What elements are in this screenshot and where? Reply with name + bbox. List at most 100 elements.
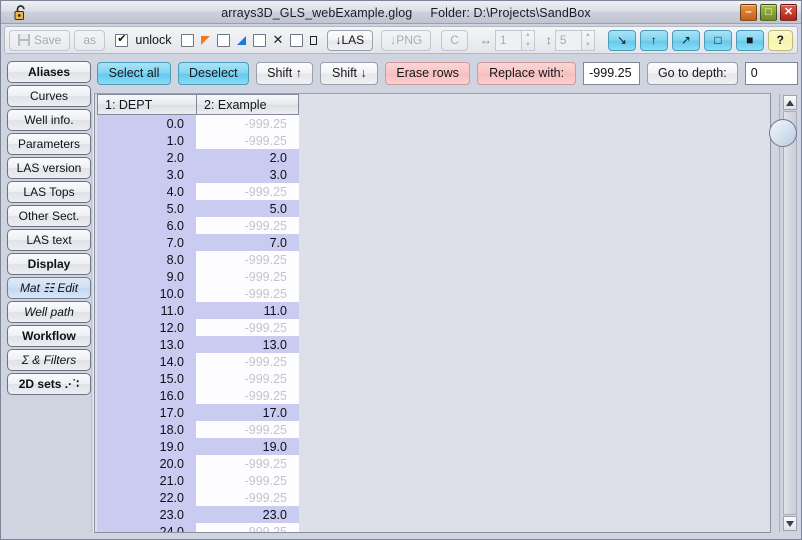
sidebar-item-other-sect[interactable]: Other Sect. bbox=[7, 205, 91, 227]
cell-example[interactable]: 2.0 bbox=[196, 149, 299, 166]
sidebar-item-workflow[interactable]: Workflow bbox=[7, 325, 91, 347]
table-row[interactable]: 0.0 -999.25 bbox=[97, 115, 299, 132]
cell-dept[interactable]: 23.0 bbox=[97, 506, 196, 523]
cell-example[interactable]: 17.0 bbox=[196, 404, 299, 421]
table-row[interactable]: 8.0 -999.25 bbox=[97, 251, 299, 268]
table-row[interactable]: 21.0 -999.25 bbox=[97, 472, 299, 489]
cell-dept[interactable]: 7.0 bbox=[97, 234, 196, 251]
maximize-button[interactable]: □ bbox=[760, 4, 777, 21]
copy-button[interactable]: C bbox=[441, 29, 468, 51]
cell-dept[interactable]: 8.0 bbox=[97, 251, 196, 268]
sidebar-item-display[interactable]: Display bbox=[7, 253, 91, 275]
cell-dept[interactable]: 9.0 bbox=[97, 268, 196, 285]
up-arrow-tool-button[interactable]: ↑ bbox=[639, 29, 668, 51]
export-png-button[interactable]: ↓PNG bbox=[381, 29, 432, 51]
cell-dept[interactable]: 11.0 bbox=[97, 302, 196, 319]
filled-square-tool-button[interactable]: ■ bbox=[735, 29, 764, 51]
replace-value-input[interactable]: -999.25 bbox=[583, 61, 640, 85]
data-table[interactable]: 1: DEPT 2: Example 0.0 -999.25 1.0 -999.25 2… bbox=[97, 94, 299, 532]
cell-dept[interactable]: 21.0 bbox=[97, 472, 196, 489]
table-row[interactable]: 19.0 19.0 bbox=[97, 438, 299, 455]
hollow-square-tool-button[interactable]: □ bbox=[703, 29, 732, 51]
go-to-depth-button[interactable]: Go to depth: bbox=[646, 61, 738, 85]
sidebar-item-mat-edit[interactable]: Mat ☷ Edit bbox=[7, 277, 91, 299]
cell-dept[interactable]: 1.0 bbox=[97, 132, 196, 149]
diagonal-down-tool-button[interactable]: ↘ bbox=[607, 29, 636, 51]
scroll-down-button[interactable] bbox=[783, 516, 797, 531]
help-button[interactable]: ? bbox=[767, 29, 794, 51]
sidebar-item-filters[interactable]: Σ & Filters bbox=[7, 349, 91, 371]
sidebar-item-aliases[interactable]: Aliases bbox=[7, 61, 91, 83]
cell-example[interactable]: -999.25 bbox=[196, 132, 299, 149]
replace-with-button[interactable]: Replace with: bbox=[477, 61, 577, 85]
cell-example[interactable]: 7.0 bbox=[196, 234, 299, 251]
table-row[interactable]: 23.0 23.0 bbox=[97, 506, 299, 523]
cell-dept[interactable]: 24.0 bbox=[97, 523, 196, 532]
height-spin-buttons[interactable]: ▲ ▼ bbox=[580, 29, 595, 51]
table-row[interactable]: 2.0 2.0 bbox=[97, 149, 299, 166]
cell-example[interactable]: -999.25 bbox=[196, 115, 299, 132]
table-row[interactable]: 5.0 5.0 bbox=[97, 200, 299, 217]
cell-example[interactable]: 3.0 bbox=[196, 166, 299, 183]
minimize-button[interactable]: – bbox=[740, 4, 757, 21]
sidebar-item-las-tops[interactable]: LAS Tops bbox=[7, 181, 91, 203]
cell-example[interactable]: -999.25 bbox=[196, 472, 299, 489]
cell-dept[interactable]: 3.0 bbox=[97, 166, 196, 183]
cell-dept[interactable]: 14.0 bbox=[97, 353, 196, 370]
cell-example[interactable]: -999.25 bbox=[196, 370, 299, 387]
vertical-scrollbar[interactable] bbox=[769, 94, 798, 532]
sidebar-item-curves[interactable]: Curves bbox=[7, 85, 91, 107]
cell-dept[interactable]: 2.0 bbox=[97, 149, 196, 166]
table-row[interactable]: 4.0 -999.25 bbox=[97, 183, 299, 200]
cell-example[interactable]: -999.25 bbox=[196, 523, 299, 532]
cell-dept[interactable]: 16.0 bbox=[97, 387, 196, 404]
cell-dept[interactable]: 19.0 bbox=[97, 438, 196, 455]
square-marker-checkbox[interactable] bbox=[290, 33, 304, 47]
sidebar-item-las-text[interactable]: LAS text bbox=[7, 229, 91, 251]
column-header-dept[interactable]: 1: DEPT bbox=[97, 94, 196, 115]
width-spin-up[interactable]: ▲ bbox=[522, 31, 534, 41]
cell-example[interactable]: 5.0 bbox=[196, 200, 299, 217]
shift-down-button[interactable]: Shift ↓ bbox=[320, 61, 379, 85]
cell-dept[interactable]: 10.0 bbox=[97, 285, 196, 302]
cell-example[interactable]: 23.0 bbox=[196, 506, 299, 523]
table-row[interactable]: 11.0 11.0 bbox=[97, 302, 299, 319]
table-row[interactable]: 20.0 -999.25 bbox=[97, 455, 299, 472]
cell-example[interactable]: 19.0 bbox=[196, 438, 299, 455]
scroll-up-button[interactable] bbox=[783, 95, 797, 110]
cell-dept[interactable]: 17.0 bbox=[97, 404, 196, 421]
height-stepper[interactable]: ↕ 5 ▲ ▼ bbox=[546, 29, 595, 51]
table-row[interactable]: 22.0 -999.25 bbox=[97, 489, 299, 506]
cell-example[interactable]: -999.25 bbox=[196, 217, 299, 234]
unlock-checkbox[interactable] bbox=[115, 33, 129, 47]
cell-example[interactable]: -999.25 bbox=[196, 455, 299, 472]
save-as-button[interactable]: as bbox=[74, 29, 106, 51]
export-las-button[interactable]: ↓LAS bbox=[326, 29, 374, 51]
orange-marker-checkbox[interactable] bbox=[180, 33, 194, 47]
table-row[interactable]: 12.0 -999.25 bbox=[97, 319, 299, 336]
table-row[interactable]: 15.0 -999.25 bbox=[97, 370, 299, 387]
cell-example[interactable]: -999.25 bbox=[196, 251, 299, 268]
sidebar-item-las-version[interactable]: LAS version bbox=[7, 157, 91, 179]
width-spin-down[interactable]: ▼ bbox=[522, 40, 534, 50]
cell-example[interactable]: -999.25 bbox=[196, 183, 299, 200]
width-value[interactable]: 1 bbox=[494, 29, 521, 51]
table-row[interactable]: 24.0 -999.25 bbox=[97, 523, 299, 532]
deselect-button[interactable]: Deselect bbox=[177, 61, 249, 85]
cell-example[interactable]: 11.0 bbox=[196, 302, 299, 319]
erase-rows-button[interactable]: Erase rows bbox=[385, 61, 471, 85]
cell-example[interactable]: -999.25 bbox=[196, 319, 299, 336]
table-row[interactable]: 14.0 -999.25 bbox=[97, 353, 299, 370]
blue-marker-checkbox[interactable] bbox=[216, 33, 230, 47]
table-row[interactable]: 10.0 -999.25 bbox=[97, 285, 299, 302]
close-button[interactable]: ✕ bbox=[780, 4, 797, 21]
cell-example[interactable]: -999.25 bbox=[196, 268, 299, 285]
height-spin-up[interactable]: ▲ bbox=[582, 31, 594, 41]
height-value[interactable]: 5 bbox=[554, 29, 581, 51]
table-row[interactable]: 9.0 -999.25 bbox=[97, 268, 299, 285]
cell-dept[interactable]: 20.0 bbox=[97, 455, 196, 472]
column-header-example[interactable]: 2: Example bbox=[196, 94, 299, 115]
table-row[interactable]: 13.0 13.0 bbox=[97, 336, 299, 353]
save-button[interactable]: Save bbox=[9, 29, 71, 51]
scrollbar-track[interactable] bbox=[783, 111, 797, 515]
